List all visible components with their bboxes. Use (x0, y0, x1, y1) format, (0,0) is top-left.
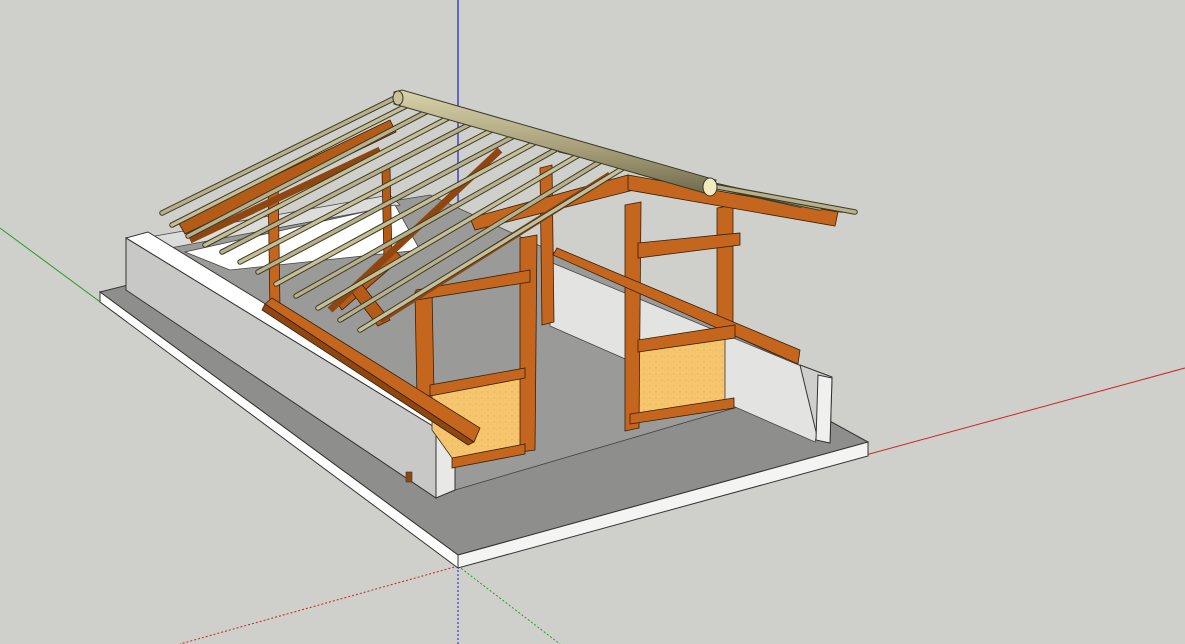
front-post-left-outer (414, 289, 435, 399)
green-axis-dotted (457, 565, 561, 644)
ridge-pole[interactable] (392, 89, 718, 197)
ridge-pole-body (393, 89, 717, 195)
shelter-model[interactable] (98, 89, 870, 569)
wall-anchor-bolt (405, 471, 413, 483)
right-wall-end (815, 374, 833, 444)
end-post-left (624, 201, 642, 432)
scene-canvas[interactable] (0, 0, 1185, 644)
modeling-viewport[interactable] (0, 0, 1185, 644)
ridge-pole-end-back (392, 90, 404, 106)
front-post-left-inner (519, 234, 538, 453)
red-axis-dotted (179, 565, 459, 644)
end-post-right (716, 204, 734, 335)
ridge-pole-end-front (702, 177, 718, 197)
